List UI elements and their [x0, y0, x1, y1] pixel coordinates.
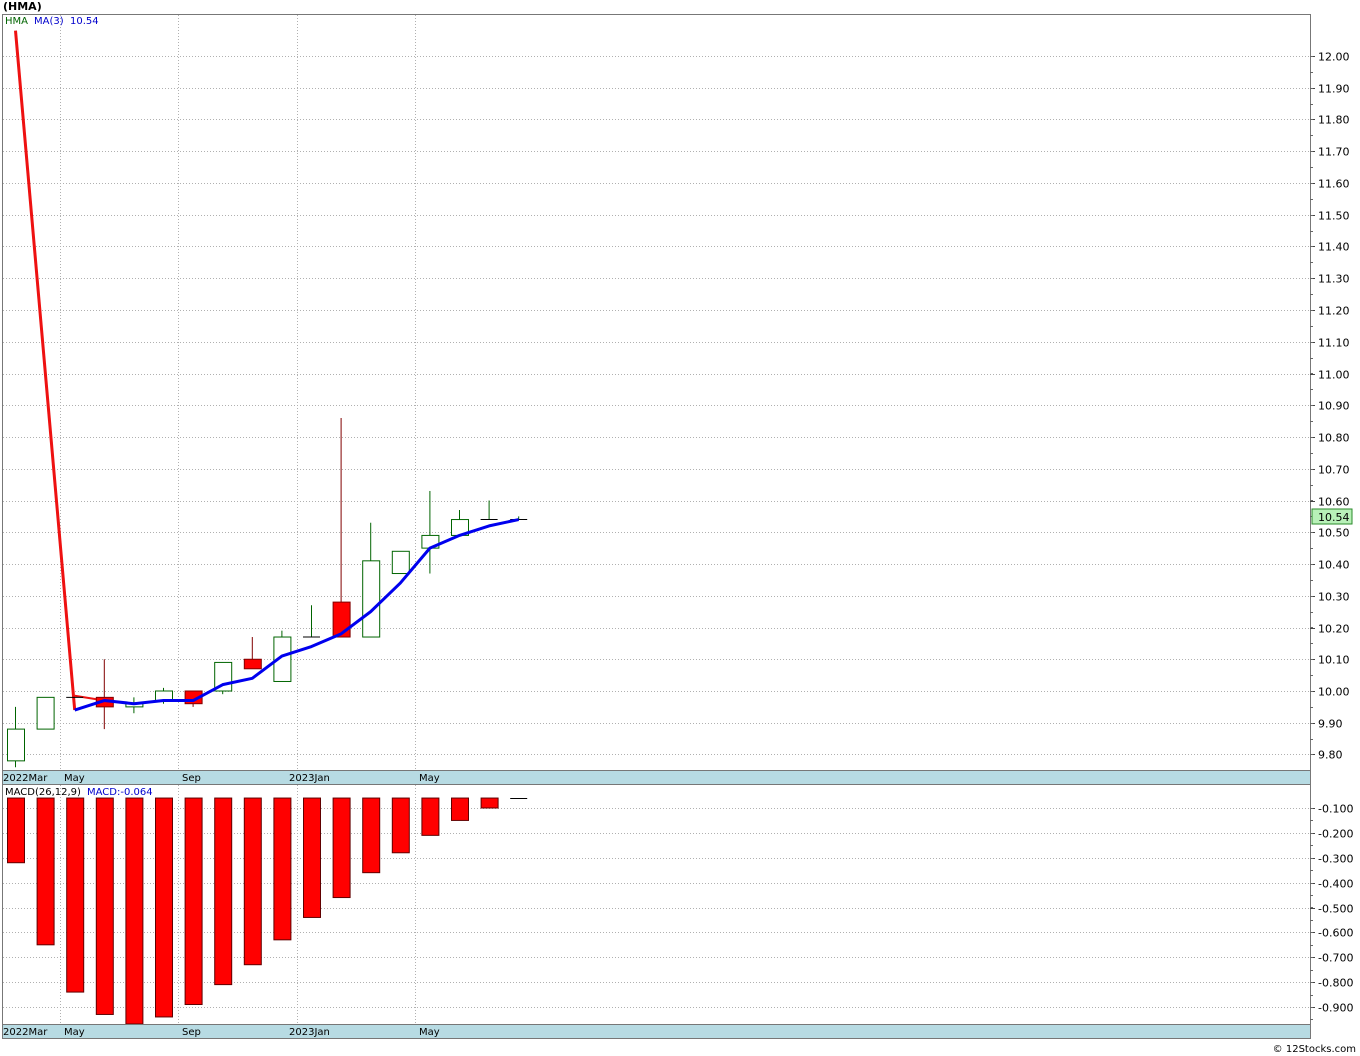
- copyright-text: © 12Stocks.com: [1273, 1044, 1356, 1055]
- x-tick-label: May: [419, 773, 440, 784]
- stock-chart: (HMA) 9.80 9.90 10.00 10.10 10.20 10.30 10.40 1…: [2, 0, 1356, 1055]
- macd-bar: [36, 797, 55, 946]
- price-tick-label: 9.80: [1318, 749, 1343, 762]
- price-tick-label: 10.40: [1318, 559, 1350, 572]
- price-y-axis: 9.80 9.90 10.00 10.10 10.20 10.30 10.40 10.50 10…: [1310, 51, 1350, 762]
- macd-bar: [243, 797, 262, 966]
- macd-bar: [421, 797, 440, 836]
- macd-legend-name: MACD(26,12,9): [5, 787, 81, 798]
- price-tick-label: 9.90: [1318, 718, 1343, 731]
- macd-tick-label: -0.700: [1318, 952, 1353, 965]
- price-tick-label: 11.80: [1318, 114, 1350, 127]
- candle-body: [243, 658, 262, 670]
- macd-y-axis: -0.100 -0.200 -0.300 -0.400 -0.500 -0.600 -0.7…: [1310, 803, 1353, 1020]
- price-tick-label: 10.90: [1318, 400, 1350, 413]
- macd-tick-label: -0.900: [1318, 1002, 1353, 1015]
- chart-title: (HMA): [3, 0, 42, 13]
- price-tick-label: 10.50: [1318, 527, 1350, 540]
- price-tick-label: 12.00: [1318, 51, 1350, 64]
- x-tick-label: 2023Jan: [289, 773, 330, 784]
- price-tick-label: 11.70: [1318, 146, 1350, 159]
- macd-bar: [184, 797, 203, 1006]
- price-tick-label: 11.90: [1318, 83, 1350, 96]
- x-tick-label: 2022Mar: [3, 1027, 48, 1038]
- price-tick-label: 10.70: [1318, 464, 1350, 477]
- x-tick-label: 2022Mar: [3, 773, 48, 784]
- price-tick-label: 11.00: [1318, 369, 1350, 382]
- macd-bar: [66, 797, 85, 993]
- price-tick-label: 11.40: [1318, 241, 1350, 254]
- macd-bar: [155, 797, 173, 1018]
- price-tick-label: 11.30: [1318, 273, 1350, 286]
- candle-body: [362, 560, 381, 638]
- x-tick-label: Sep: [182, 1027, 201, 1038]
- macd-tick-label: -0.300: [1318, 853, 1353, 866]
- x-tick-label: May: [64, 773, 85, 784]
- legend-ma-label: MA(3): [34, 16, 64, 27]
- macd-tick-label: -0.100: [1318, 803, 1353, 816]
- macd-bar: [391, 797, 410, 854]
- macd-bar: [303, 797, 321, 918]
- macd-tick-label: -0.800: [1318, 977, 1353, 990]
- candle-body: [7, 728, 25, 762]
- x-tick-label: May: [419, 1027, 440, 1038]
- macd-bar: [95, 797, 114, 1015]
- macd-legend-value: MACD:-0.064: [87, 787, 153, 798]
- macd-tick-label: -0.200: [1318, 828, 1353, 841]
- macd-bar: [273, 797, 292, 941]
- price-tick-label: 11.20: [1318, 305, 1350, 318]
- price-panel: [2, 14, 1311, 771]
- legend-symbol: HMA: [5, 16, 28, 27]
- price-tick-label: 10.30: [1318, 591, 1350, 604]
- macd-bar: [214, 797, 233, 986]
- candle-body: [391, 550, 410, 575]
- macd-bar: [451, 797, 469, 821]
- macd-bar: [125, 797, 144, 1025]
- price-tick-label: 10.60: [1318, 496, 1350, 509]
- legend-ma-value: 10.54: [70, 16, 99, 27]
- macd-bar: [7, 797, 25, 864]
- price-tick-label: 11.60: [1318, 178, 1350, 191]
- price-tick-label: 10.80: [1318, 432, 1350, 445]
- x-tick-label: May: [64, 1027, 85, 1038]
- price-tick-label: 11.50: [1318, 210, 1350, 223]
- macd-tick-label: -0.400: [1318, 878, 1353, 891]
- price-tick-label: 11.10: [1318, 337, 1350, 350]
- last-price-label: 10.54: [1318, 511, 1350, 524]
- macd-bar: [332, 797, 351, 899]
- macd-tick-label: -0.500: [1318, 903, 1353, 916]
- x-tick-label: Sep: [182, 773, 201, 784]
- macd-bar: [480, 797, 499, 809]
- macd-bar: [362, 797, 381, 874]
- candle-body: [36, 696, 55, 730]
- macd-tick-label: -0.600: [1318, 927, 1353, 940]
- price-tick-label: 10.20: [1318, 623, 1350, 636]
- x-tick-label: 2023Jan: [289, 1027, 330, 1038]
- price-tick-label: 10.10: [1318, 654, 1350, 667]
- price-tick-label: 10.00: [1318, 686, 1350, 699]
